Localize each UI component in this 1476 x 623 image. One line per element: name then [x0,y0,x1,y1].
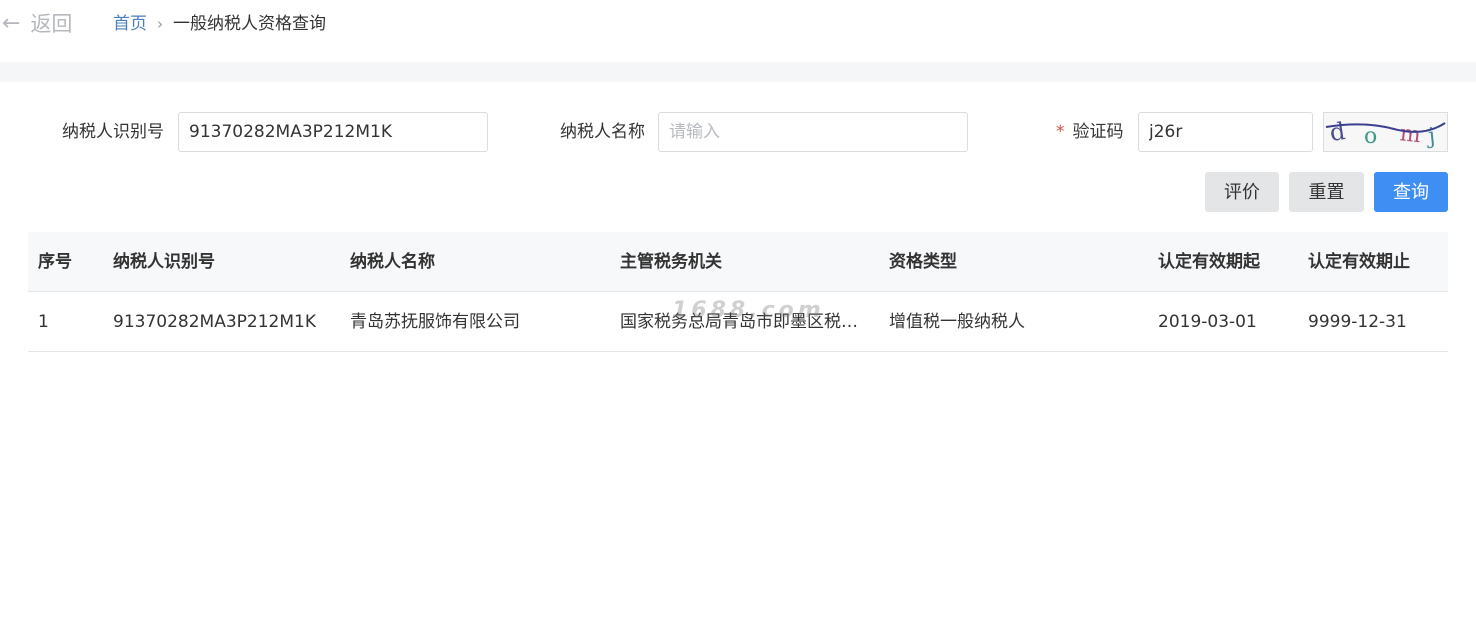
reset-button[interactable]: 重置 [1289,172,1364,212]
top-bar: ← 返回 首页 › 一般纳税人资格查询 [0,0,1476,50]
cell-taxpayer-id: 91370282MA3P212M1K [113,312,316,332]
header-index: 序号 [38,252,72,272]
query-button[interactable]: 查询 [1374,172,1448,212]
breadcrumb-current: 一般纳税人资格查询 [173,14,326,34]
chevron-right-icon: › [157,15,163,33]
header-taxpayer-id: 纳税人识别号 [113,252,215,272]
breadcrumb-home-link[interactable]: 首页 [113,12,147,36]
cell-valid-to: 9999-12-31 [1308,312,1407,332]
taxpayer-id-input[interactable] [178,112,488,152]
back-button[interactable]: ← 返回 [2,10,72,38]
taxpayer-id-label: 纳税人识别号 [62,122,164,142]
captcha-image[interactable]: d o m j [1323,112,1448,152]
captcha-char: d [1328,117,1347,147]
breadcrumb: 首页 › 一般纳税人资格查询 [113,12,326,36]
taxpayer-name-input[interactable] [658,112,968,152]
captcha-char: m [1399,121,1422,148]
header-qualification-type: 资格类型 [889,252,957,272]
cell-tax-authority: 国家税务总局青岛市即墨区税务局 [620,312,872,332]
back-label: 返回 [30,12,73,36]
captcha-char: o [1364,124,1377,149]
evaluate-button[interactable]: 评价 [1205,172,1279,212]
captcha-graphic: d o m j [1325,117,1446,150]
section-divider [0,62,1476,82]
header-taxpayer-name: 纳税人名称 [350,252,435,272]
header-tax-authority: 主管税务机关 [620,252,722,272]
cell-qualification-type: 增值税一般纳税人 [889,312,1025,332]
table-row[interactable]: 1 91370282MA3P212M1K 青岛苏抚服饰有限公司 国家税务总局青岛… [28,292,1448,352]
table-header-row: 序号 纳税人识别号 纳税人名称 主管税务机关 资格类型 认定有效期起 认定有效期… [28,232,1448,292]
results-table: 序号 纳税人识别号 纳税人名称 主管税务机关 资格类型 认定有效期起 认定有效期… [28,232,1448,352]
cell-valid-from: 2019-03-01 [1158,312,1257,332]
arrow-left-icon: ← [2,11,21,36]
header-valid-from: 认定有效期起 [1158,252,1260,272]
cell-taxpayer-name: 青岛苏抚服饰有限公司 [350,312,520,332]
header-valid-to: 认定有效期止 [1308,252,1410,272]
required-mark: * [1056,122,1065,142]
captcha-input[interactable] [1138,112,1313,152]
cell-index: 1 [38,312,49,332]
captcha-label: 验证码 [1072,122,1124,142]
captcha-label-group: * 验证码 [1056,112,1124,152]
taxpayer-name-label: 纳税人名称 [560,122,645,142]
